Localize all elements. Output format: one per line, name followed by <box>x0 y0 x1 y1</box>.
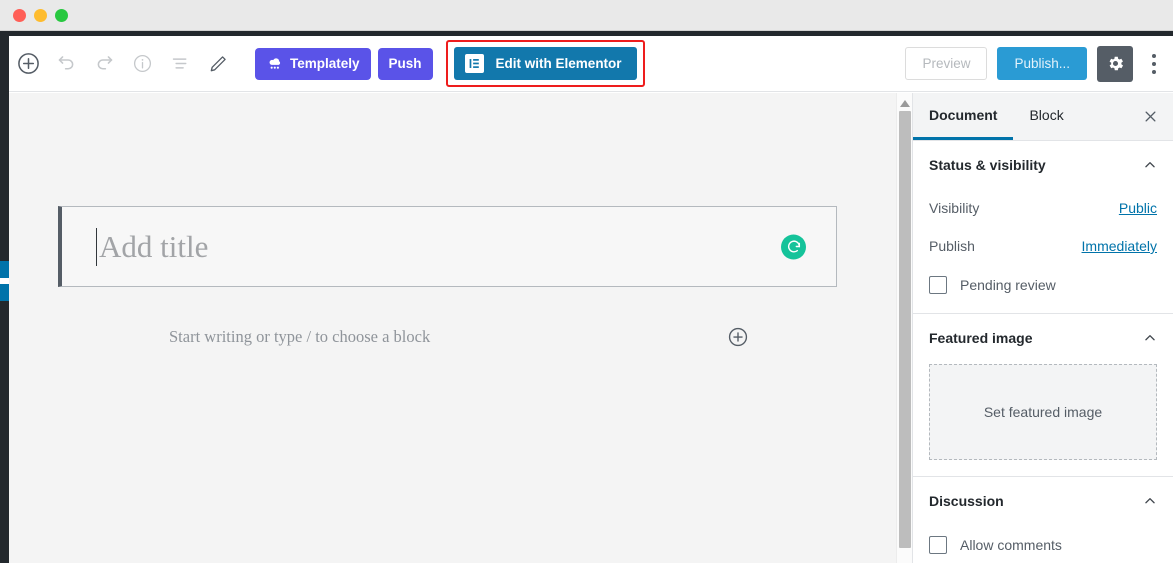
post-title-block[interactable]: Add title <box>58 206 837 287</box>
undo-icon[interactable] <box>47 36 85 92</box>
list-view-icon[interactable] <box>161 36 199 92</box>
push-button-label: Push <box>388 56 422 71</box>
row-publish: Publish Immediately <box>929 227 1157 265</box>
scrollbar-thumb[interactable] <box>899 111 911 548</box>
plugin-button-group: Templately Push <box>255 47 433 80</box>
paragraph-placeholder: Start writing or type / to choose a bloc… <box>169 327 431 346</box>
preview-button[interactable]: Preview <box>905 47 988 80</box>
editor-toolbar: Templately Push Edit with Elementor Prev… <box>9 36 1173 92</box>
wp-admin-menu-rail[interactable] <box>0 36 9 563</box>
settings-gear-icon[interactable] <box>1097 45 1133 82</box>
templately-button-label: Templately <box>290 56 360 71</box>
chevron-up-icon[interactable] <box>1143 158 1157 172</box>
panel-featured-image: Featured image Set featured image <box>913 314 1173 477</box>
allow-comments-checkbox[interactable]: Allow comments <box>929 525 1157 563</box>
visibility-value-link[interactable]: Public <box>1119 200 1157 216</box>
chevron-up-icon[interactable] <box>1143 494 1157 508</box>
row-visibility: Visibility Public <box>929 189 1157 227</box>
elementor-logo-icon <box>464 54 484 73</box>
toolbar-icon-group: Templately Push Edit with Elementor <box>9 36 645 91</box>
window-close-button[interactable] <box>13 8 26 22</box>
panel-discussion: Discussion Allow comments <box>913 477 1173 563</box>
panel-discussion-title: Discussion <box>929 493 1004 509</box>
sidebar-tabs: Document Block <box>913 93 1173 141</box>
window-minimize-button[interactable] <box>34 8 47 22</box>
add-block-icon[interactable] <box>9 36 47 92</box>
elementor-highlight-annotation: Edit with Elementor <box>445 40 645 87</box>
panel-discussion-header[interactable]: Discussion <box>929 477 1157 525</box>
panel-status-visibility-title: Status & visibility <box>929 157 1046 173</box>
scrollbar-up-arrow-icon[interactable] <box>897 97 913 109</box>
grammarly-icon[interactable] <box>781 234 806 259</box>
tab-document[interactable]: Document <box>913 93 1014 140</box>
push-button[interactable]: Push <box>377 47 433 80</box>
panel-featured-image-title: Featured image <box>929 330 1033 346</box>
content-info-icon[interactable] <box>123 36 161 92</box>
canvas-scrollbar[interactable] <box>896 93 912 563</box>
wp-admin-menu-active-item-2[interactable] <box>0 284 9 301</box>
checkbox-box[interactable] <box>929 536 947 554</box>
default-paragraph-block[interactable]: Start writing or type / to choose a bloc… <box>169 326 749 348</box>
allow-comments-label: Allow comments <box>960 537 1062 553</box>
more-options-icon[interactable] <box>1143 44 1165 84</box>
publish-label: Publish <box>929 238 975 254</box>
edit-pencil-icon[interactable] <box>199 36 237 92</box>
close-icon[interactable] <box>1127 93 1173 140</box>
settings-sidebar: Document Block Status & visibility Visib… <box>912 93 1173 563</box>
tab-block[interactable]: Block <box>1013 93 1079 140</box>
chevron-up-icon[interactable] <box>1143 331 1157 345</box>
publish-value-link[interactable]: Immediately <box>1082 238 1157 254</box>
set-featured-image-dropzone[interactable]: Set featured image <box>929 364 1157 460</box>
wp-admin-menu-active-item[interactable] <box>0 261 9 278</box>
window-titlebar <box>0 0 1173 31</box>
panel-featured-image-header[interactable]: Featured image <box>929 314 1157 362</box>
editor-window: Templately Push Edit with Elementor Prev… <box>0 0 1173 563</box>
edit-with-elementor-button[interactable]: Edit with Elementor <box>453 47 637 80</box>
redo-icon[interactable] <box>85 36 123 92</box>
templately-cloud-icon <box>266 54 283 74</box>
edit-with-elementor-label: Edit with Elementor <box>495 56 622 71</box>
window-maximize-button[interactable] <box>55 8 68 22</box>
templately-button[interactable]: Templately <box>255 47 371 80</box>
editor-canvas: Add title Start writing or type / to cho… <box>9 93 896 563</box>
block-inserter-icon[interactable] <box>727 326 749 348</box>
toolbar-actions-group: Preview Publish... <box>905 44 1173 84</box>
panel-status-visibility-header[interactable]: Status & visibility <box>929 141 1157 189</box>
text-caret <box>96 227 97 266</box>
panel-status-visibility: Status & visibility Visibility Public Pu… <box>913 141 1173 314</box>
post-title-placeholder: Add title <box>99 228 209 264</box>
pending-review-checkbox[interactable]: Pending review <box>929 265 1157 305</box>
visibility-label: Visibility <box>929 200 980 216</box>
pending-review-label: Pending review <box>960 277 1056 293</box>
checkbox-box[interactable] <box>929 276 947 294</box>
publish-button[interactable]: Publish... <box>997 47 1087 80</box>
